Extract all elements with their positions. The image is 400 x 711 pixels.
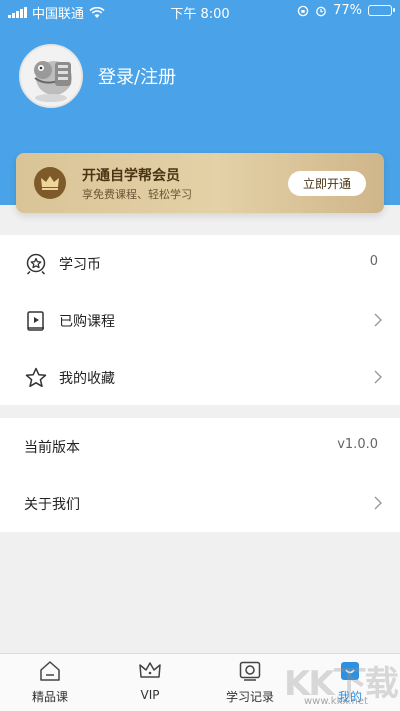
battery-icon [368,5,395,16]
crown-icon [139,662,161,678]
tab-label: 精品课 [31,690,68,704]
menu-item-favorites[interactable]: 我的收藏 [0,349,400,406]
record-icon [239,661,261,681]
login-register-link[interactable]: 登录/注册 [98,63,176,89]
menu-label-about: 关于我们 [24,497,80,513]
menu-item-purchased-courses[interactable]: 已购课程 [0,292,400,349]
lock-rotation-icon [297,5,309,16]
menu-label-coins: 学习币 [59,257,101,273]
status-bar: 中国联通 下午 8:00 77% [0,0,400,22]
menu-label-version: 当前版本 [24,440,80,456]
home-icon [40,661,60,681]
vip-title: 开通自学帮会员 [82,168,180,184]
tab-study-record[interactable]: 学习记录 [200,654,300,711]
chevron-right-icon [374,496,382,510]
menu-group-app: 当前版本 v1.0.0 关于我们 [0,418,400,532]
coins-value: 0 [369,254,378,269]
tab-mine[interactable]: 我的 [300,654,400,711]
vip-badge [34,167,66,199]
battery-percent: 77% [333,3,362,18]
vip-subtitle: 享免费课程、轻松学习 [82,188,192,201]
tab-vip[interactable]: VIP [100,654,200,711]
tab-label: 我的 [337,690,362,704]
menu-label-favorites: 我的收藏 [59,371,115,387]
video-book-icon [27,311,44,331]
alarm-icon [316,6,326,16]
menu-group-account: 学习币 0 已购课程 我的收藏 [0,235,400,405]
vip-membership-card[interactable]: 开通自学帮会员 享免费课程、轻松学习 立即开通 [16,153,384,213]
tab-featured-courses[interactable]: 精品课 [0,654,100,711]
star-icon [25,367,47,388]
bottom-tab-bar: 精品课 VIP 学习记录 我的 [0,653,400,711]
open-vip-button[interactable]: 立即开通 [288,171,366,196]
avatar[interactable] [19,44,83,108]
version-value: v1.0.0 [337,437,378,452]
avatar-mascot-icon [21,46,81,106]
crown-icon [41,176,59,190]
chevron-right-icon [374,370,382,384]
menu-item-version: 当前版本 v1.0.0 [0,418,400,475]
chevron-right-icon [374,313,382,327]
menu-item-coins[interactable]: 学习币 0 [0,235,400,292]
menu-item-about[interactable]: 关于我们 [0,475,400,532]
coin-icon [26,253,46,275]
tab-label: 学习记录 [225,690,274,704]
menu-label-purchased: 已购课程 [59,314,115,330]
tab-label: VIP [140,688,160,702]
profile-icon [341,662,359,680]
